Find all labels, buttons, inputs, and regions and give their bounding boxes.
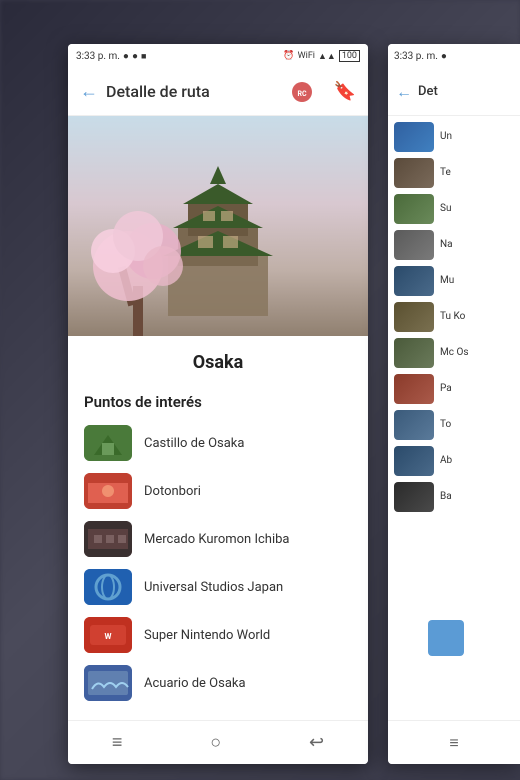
back-button[interactable]: ←	[80, 81, 98, 102]
home-nav-button[interactable]: ○	[210, 732, 221, 753]
header-title: Detalle de ruta	[106, 82, 274, 101]
city-title: Osaka	[84, 352, 352, 373]
wifi-icon: WiFi	[298, 51, 315, 61]
content-area[interactable]: Osaka Puntos de interés Castillo de Osak…	[68, 336, 368, 720]
main-phone-screen: 3:33 p. m. ● ● ■ ⏰ WiFi ▲▲ 100 ← Detalle…	[68, 44, 368, 764]
header-title-2: Det	[418, 84, 438, 99]
side-thumb-0	[394, 122, 434, 152]
side-item-1[interactable]: Te	[394, 158, 514, 188]
side-thumb-10	[394, 482, 434, 512]
hero-image	[68, 116, 368, 336]
signal-icon: ▲▲	[318, 51, 336, 62]
poi-name-mercado: Mercado Kuromon Ichiba	[144, 532, 290, 547]
bottom-navigation: ≡ ○ ↩	[68, 720, 368, 764]
poi-item-nintendo[interactable]: W Super Nintendo World	[84, 617, 352, 653]
poi-item-universal[interactable]: Universal Studios Japan	[84, 569, 352, 605]
side-item-3[interactable]: Na	[394, 230, 514, 260]
status-bar: 3:33 p. m. ● ● ■ ⏰ WiFi ▲▲ 100	[68, 44, 368, 68]
side-item-8[interactable]: To	[394, 410, 514, 440]
time-text: 3:33 p. m.	[76, 51, 120, 62]
poi-name-castillo: Castillo de Osaka	[144, 436, 244, 451]
fab-action-button[interactable]	[428, 620, 464, 656]
side-thumb-9	[394, 446, 434, 476]
poi-thumb-mercado	[84, 521, 132, 557]
side-item-5[interactable]: Tu Ko	[394, 302, 514, 332]
poi-item-castillo[interactable]: Castillo de Osaka	[84, 425, 352, 461]
side-thumb-5	[394, 302, 434, 332]
poi-name-acuario: Acuario de Osaka	[144, 676, 246, 691]
side-thumb-3	[394, 230, 434, 260]
side-thumb-8	[394, 410, 434, 440]
side-item-6[interactable]: Mc Os	[394, 338, 514, 368]
side-thumb-7	[394, 374, 434, 404]
app-header-2: ← Det	[388, 68, 520, 116]
poi-name-dotonbori: Dotonbori	[144, 484, 201, 499]
side-item-4[interactable]: Mu	[394, 266, 514, 296]
poi-thumb-nintendo: W	[84, 617, 132, 653]
poi-item-mercado[interactable]: Mercado Kuromon Ichiba	[84, 521, 352, 557]
side-item-0[interactable]: Un	[394, 122, 514, 152]
second-phone-screen: 3:33 p. m. ● ← Det Un Te Su Na Mu Tu Ko	[388, 44, 520, 764]
poi-thumb-acuario	[84, 665, 132, 701]
status-square: ■	[141, 51, 146, 62]
side-label-0: Un	[440, 131, 452, 143]
status-icons-2: ●	[441, 51, 447, 62]
app-logo: RC	[282, 78, 322, 106]
status-dot2: ●	[132, 51, 138, 62]
side-label-1: Te	[440, 167, 451, 179]
side-thumb-1	[394, 158, 434, 188]
logo-svg: RC	[284, 80, 320, 104]
side-label-2: Su	[440, 203, 451, 215]
side-label-4: Mu	[440, 275, 454, 287]
side-label-10: Ba	[440, 491, 452, 503]
poi-item-dotonbori[interactable]: Dotonbori	[84, 473, 352, 509]
side-label-8: To	[440, 419, 451, 431]
back-button-2[interactable]: ←	[396, 82, 412, 102]
side-label-3: Na	[440, 239, 453, 251]
status-time: 3:33 p. m. ● ● ■	[76, 51, 146, 62]
poi-thumb-dotonbori	[84, 473, 132, 509]
poi-item-acuario[interactable]: Acuario de Osaka	[84, 665, 352, 701]
poi-name-nintendo: Super Nintendo World	[144, 628, 270, 643]
status-dot1: ●	[123, 51, 129, 62]
poi-section-title: Puntos de interés	[84, 393, 352, 411]
time-text-2: 3:33 p. m.	[394, 51, 438, 62]
side-label-7: Pa	[440, 383, 452, 395]
poi-name-universal: Universal Studios Japan	[144, 580, 283, 595]
back-nav-button[interactable]: ↩	[309, 732, 324, 753]
side-item-10[interactable]: Ba	[394, 482, 514, 512]
svg-text:W: W	[105, 632, 112, 641]
battery-icon: 100	[339, 50, 360, 62]
poi-thumb-universal	[84, 569, 132, 605]
status-icons: ⏰ WiFi ▲▲ 100	[283, 50, 360, 62]
side-item-7[interactable]: Pa	[394, 374, 514, 404]
poi-thumb-castillo	[84, 425, 132, 461]
side-item-list: Un Te Su Na Mu Tu Ko Mc Os Pa	[388, 116, 520, 676]
bookmark-button[interactable]: 🔖	[334, 81, 356, 102]
side-label-9: Ab	[440, 455, 452, 467]
svg-text:RC: RC	[297, 90, 306, 98]
poi-list: Castillo de Osaka Dotonbori	[84, 425, 352, 701]
side-item-9[interactable]: Ab	[394, 446, 514, 476]
side-item-2[interactable]: Su	[394, 194, 514, 224]
app-header: ← Detalle de ruta RC 🔖	[68, 68, 368, 116]
menu-nav-button[interactable]: ≡	[112, 732, 123, 753]
side-thumb-2	[394, 194, 434, 224]
alarm-icon: ⏰	[283, 51, 294, 61]
status-bar-2: 3:33 p. m. ●	[388, 44, 520, 68]
side-thumb-6	[394, 338, 434, 368]
menu-nav-icon-2[interactable]: ≡	[449, 733, 458, 753]
side-thumb-4	[394, 266, 434, 296]
bottom-nav-2: ≡	[388, 720, 520, 764]
side-label-6: Mc Os	[440, 347, 469, 359]
cherry-tree	[78, 196, 198, 336]
side-label-5: Tu Ko	[440, 311, 465, 323]
